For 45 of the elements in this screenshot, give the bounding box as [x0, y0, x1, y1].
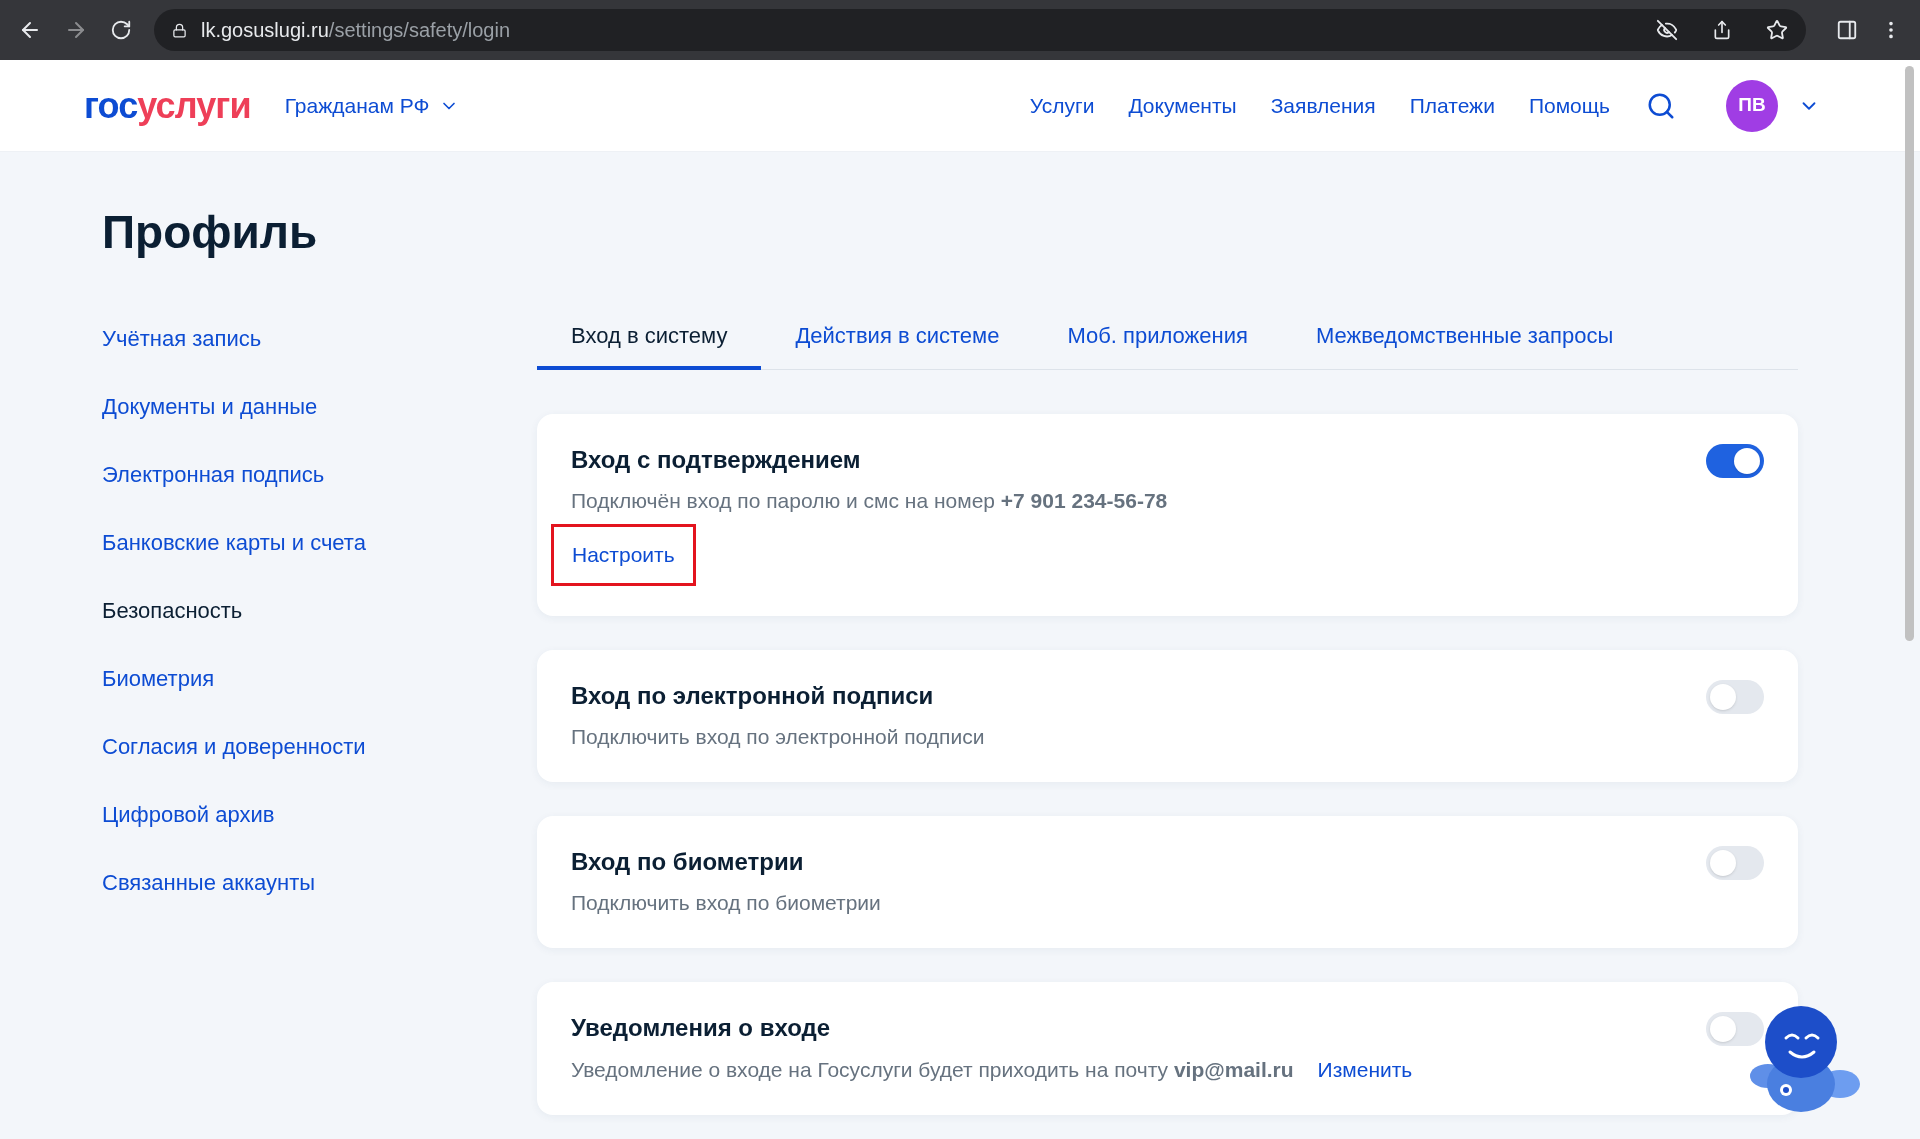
- card-description: Подключить вход по электронной подписи: [571, 723, 985, 750]
- tab[interactable]: Моб. приложения: [1033, 307, 1282, 370]
- toggle-switch[interactable]: [1706, 444, 1764, 478]
- toggle-switch[interactable]: [1706, 679, 1764, 714]
- sidebar-item[interactable]: Банковские карты и счета: [102, 527, 537, 559]
- sidebar-item[interactable]: Электронная подпись: [102, 459, 537, 491]
- nav-link[interactable]: Платежи: [1409, 89, 1495, 122]
- tab[interactable]: Вход в систему: [537, 307, 762, 370]
- sidebar-item[interactable]: Учётная запись: [102, 323, 537, 355]
- nav-link[interactable]: Помощь: [1528, 89, 1610, 122]
- nav-link[interactable]: Услуги: [1029, 89, 1095, 122]
- nav-link[interactable]: Заявления: [1270, 89, 1376, 122]
- user-avatar[interactable]: ПВ: [1726, 79, 1778, 132]
- card-description: Уведомление о входе на Госуслуги будет приходить на почту vip@mail.ru: [571, 1056, 1294, 1083]
- url-text: lk.gosuslugi.ru/settings/safety/login: [201, 18, 511, 43]
- card-title: Вход с подтверждением: [571, 445, 862, 475]
- lock-icon: [172, 22, 187, 38]
- sidebar-item[interactable]: Связанные аккаунты: [102, 867, 537, 899]
- sidebar-item[interactable]: Согласия и доверенности: [102, 731, 537, 763]
- sidebar-item[interactable]: Безопасность: [102, 595, 537, 627]
- scrollbar-thumb[interactable]: [1905, 66, 1914, 641]
- toggle-switch[interactable]: [1706, 1011, 1764, 1046]
- card-title: Вход по биометрии: [571, 846, 805, 877]
- site-logo[interactable]: госуслуги: [84, 78, 251, 133]
- tab[interactable]: Действия в системе: [761, 307, 1034, 370]
- card-description: Подключить вход по биометрии: [571, 889, 881, 916]
- reload-icon[interactable]: [110, 19, 132, 41]
- card-title: Вход по электронной подписи: [571, 680, 935, 711]
- bookmark-star-icon[interactable]: [1766, 19, 1788, 41]
- card-title: Уведомления о входе: [571, 1012, 832, 1043]
- sidebar-item[interactable]: Документы и данные: [102, 391, 537, 423]
- sidebar-item[interactable]: Биометрия: [102, 663, 537, 695]
- share-icon[interactable]: [1712, 20, 1732, 40]
- side-panel-icon[interactable]: [1836, 19, 1858, 41]
- toggle-switch[interactable]: [1706, 845, 1764, 880]
- tab[interactable]: Межведомственные запросы: [1281, 307, 1648, 370]
- address-bar[interactable]: lk.gosuslugi.ru/settings/safety/login: [154, 9, 1806, 51]
- eye-off-icon[interactable]: [1656, 19, 1678, 41]
- card-description: Подключён вход по паролю и смс на номер +7 901 234-56-78: [571, 488, 1168, 514]
- configure-link[interactable]: Настроить: [551, 524, 696, 586]
- change-link[interactable]: Изменить: [1317, 1053, 1413, 1085]
- sidebar-item[interactable]: Цифровой архив: [102, 799, 537, 831]
- page-title: Профиль: [102, 205, 319, 260]
- nav-link[interactable]: Документы: [1128, 89, 1237, 122]
- region-menu[interactable]: Гражданам РФ: [284, 89, 460, 122]
